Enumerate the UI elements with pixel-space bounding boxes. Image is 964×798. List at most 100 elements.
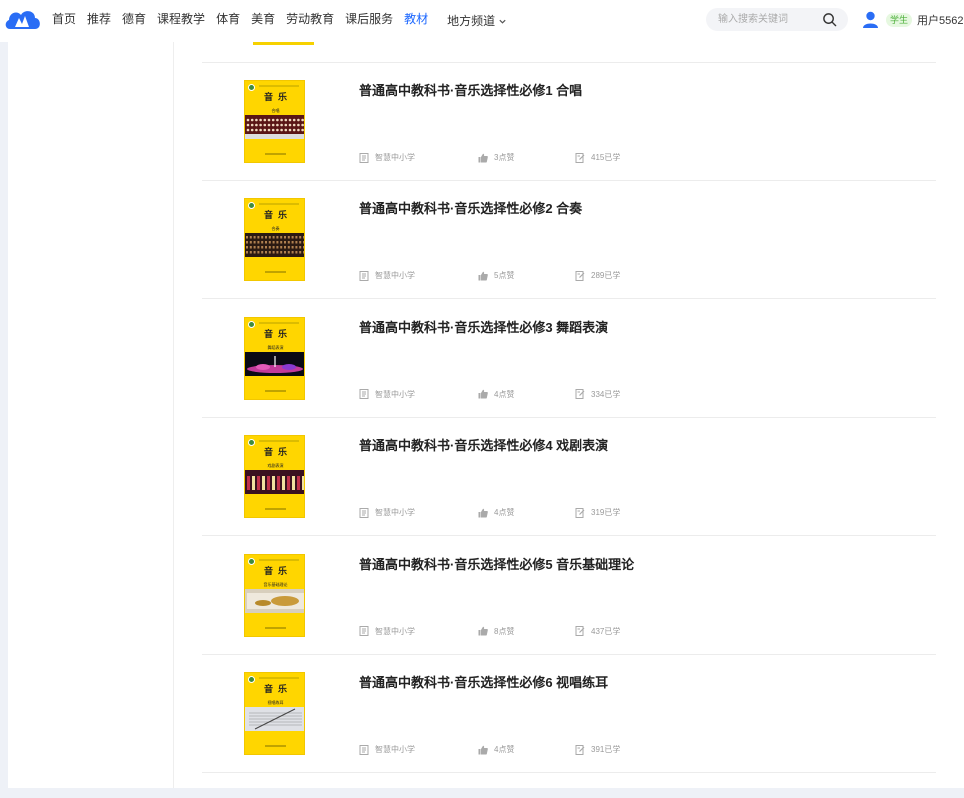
learners-count: 334已学 — [591, 389, 621, 399]
nav-item-0[interactable]: 首页 — [52, 0, 76, 42]
textbook-item[interactable]: 音乐 舞蹈表演 普通高中教科书·音乐选择性必修3 舞蹈表演智慧中小学 4点赞 334已学 — [202, 300, 936, 418]
book-title[interactable]: 普通高中教科书·音乐选择性必修1 合唱 — [359, 80, 582, 99]
publisher: 智慧中小学 — [359, 744, 415, 755]
publisher-label: 智慧中小学 — [375, 626, 415, 636]
previous-book-cover[interactable] — [253, 42, 314, 45]
main-nav: 首页 推荐 德育 课程教学 体育 美育 劳动教育 课后服务 教材 地方频道 — [52, 0, 518, 42]
cover-title: 音乐 — [263, 211, 292, 222]
username[interactable]: 用户5562 — [917, 12, 963, 28]
nav-item-2[interactable]: 德育 — [122, 0, 146, 42]
learners-count: 391已学 — [591, 745, 621, 754]
learners: 334已学 — [575, 389, 620, 400]
publisher-label: 智慧中小学 — [375, 271, 415, 281]
textbook-item[interactable]: 音乐合奏 普通高中教科书·音乐选择性必修2 合奏智慧中小学 5点赞 289已学 — [202, 181, 936, 300]
book-title[interactable]: 普通高中教科书·音乐选择性必修5 音乐基础理论 — [359, 554, 634, 573]
learners: 319已学 — [575, 507, 620, 518]
book-title[interactable]: 普通高中教科书·音乐选择性必修3 舞蹈表演 — [359, 317, 608, 336]
cover-footer-line — [265, 626, 286, 629]
learned-icon — [575, 270, 585, 281]
thumbs-up-icon — [478, 271, 488, 281]
cover-photo — [245, 351, 304, 376]
search-icon[interactable] — [822, 12, 837, 27]
content-panel: 音乐 合唱 普通高中教科书·音乐选择性必修1 合唱 智慧中小学 3点赞 415已学 音乐 合奏… — [8, 42, 964, 788]
logo-icon[interactable] — [4, 7, 42, 33]
cover-header-line — [259, 321, 299, 324]
regional-channel-dropdown[interactable]: 地方频道 — [447, 0, 507, 42]
user-menu[interactable]: 学生 用户5562 — [862, 10, 964, 30]
likes[interactable]: 8点赞 — [478, 626, 514, 637]
learned-icon — [575, 507, 585, 518]
book-title[interactable]: 普通高中教科书·音乐选择性必修2 合奏 — [359, 198, 582, 217]
book-cover[interactable]: 音乐 合奏 — [244, 198, 305, 282]
book-cover[interactable]: 音乐 合唱 — [244, 80, 305, 163]
learners-count: 289已学 — [591, 271, 621, 281]
nav-item-6[interactable]: 劳动教育 — [286, 0, 334, 42]
likes-count: 5点赞 — [494, 271, 515, 281]
cover-photo — [245, 707, 304, 731]
search-box — [706, 8, 848, 31]
textbook-item[interactable]: 音乐 音乐基础理论 普通高中教科书·音乐选择性必修5 音乐基础理论 智慧中小学 8点赞 4… — [202, 537, 936, 655]
cover-footer-line — [265, 745, 286, 747]
avatar-icon[interactable] — [862, 11, 879, 29]
thumbs-up-icon — [478, 626, 488, 636]
likes[interactable]: 5点赞 — [478, 270, 514, 281]
chevron-down-icon — [499, 19, 506, 24]
cover-title: 音乐 — [263, 329, 292, 340]
nav-item-4[interactable]: 体育 — [216, 0, 240, 42]
search-input[interactable] — [718, 8, 818, 31]
publisher: 智慧中小学 — [359, 152, 415, 163]
cover-volume: 合唱 — [271, 108, 280, 113]
publisher-icon — [359, 626, 369, 637]
cover-photo — [245, 470, 304, 495]
nav-item-3[interactable]: 课程教学 — [157, 0, 205, 42]
cover-photo — [245, 588, 304, 613]
publisher: 智慧中小学 — [359, 270, 415, 281]
cover-volume: 合奏 — [271, 226, 280, 232]
likes[interactable]: 4点赞 — [478, 389, 514, 400]
nav-item-5[interactable]: 美育 — [251, 0, 275, 42]
likes-count: 4点赞 — [494, 745, 515, 754]
book-cover[interactable]: 音乐 舞蹈表演 — [244, 316, 305, 400]
learners-count: 319已学 — [591, 508, 621, 518]
publisher: 智慧中小学 — [359, 626, 415, 637]
likes-count: 8点赞 — [494, 626, 515, 636]
book-title[interactable]: 普通高中教科书·音乐选择性必修4 戏剧表演 — [359, 435, 608, 454]
learners: 391已学 — [575, 744, 620, 755]
sidebar-divider — [173, 42, 174, 788]
cover-volume: 戏剧表演 — [267, 463, 284, 469]
publisher-icon — [359, 507, 369, 518]
publisher-label: 智慧中小学 — [375, 508, 415, 518]
cover-header-line — [259, 203, 299, 206]
textbook-item[interactable]: 音乐合唱 普通高中教科书·音乐选择性必修1 合唱智慧中小学 3点赞 415已学 — [202, 63, 936, 181]
likes-count: 4点赞 — [494, 508, 515, 518]
book-title[interactable]: 普通高中教科书·音乐选择性必修6 视唱练耳 — [359, 672, 608, 691]
publisher-icon — [359, 152, 369, 163]
top-header: 首页推荐德育课程教学体育美育劳动教育课后服务教材 地方频道 学生 用户5562 — [0, 0, 964, 42]
book-cover[interactable]: 音乐 视唱练耳 — [244, 672, 305, 755]
cover-photo — [245, 115, 304, 139]
cover-footer-line — [265, 389, 286, 392]
likes[interactable]: 4点赞 — [478, 507, 514, 518]
publisher-label: 智慧中小学 — [375, 389, 415, 399]
textbook-item[interactable]: 音乐 视唱练耳 普通高中教科书·音乐选择性必修6 视唱练耳智慧中小学 4点赞 391已学 — [202, 655, 936, 773]
cover-title: 音乐 — [263, 685, 292, 695]
nav-item-7[interactable]: 课后服务 — [345, 0, 393, 42]
dropdown-label: 地方频道 — [447, 14, 496, 28]
learned-icon — [575, 389, 585, 400]
thumbs-up-icon — [478, 745, 488, 754]
learners: 289已学 — [575, 270, 620, 281]
learners-count: 415已学 — [591, 153, 621, 162]
nav-item-8[interactable]: 教材 — [404, 0, 428, 42]
likes[interactable]: 3点赞 — [478, 152, 514, 163]
cover-header-line — [259, 440, 299, 443]
cover-title: 音乐 — [263, 566, 292, 577]
cover-title: 音乐 — [263, 93, 292, 103]
book-cover[interactable]: 音乐 音乐基础理论 — [244, 553, 305, 637]
likes-count: 4点赞 — [494, 389, 515, 399]
learned-icon — [575, 744, 585, 755]
nav-item-1[interactable]: 推荐 — [87, 0, 111, 42]
cover-header-line — [259, 558, 299, 561]
textbook-item[interactable]: 音乐 戏剧表演 普通高中教科书·音乐选择性必修4 戏剧表演智慧中小学 4点赞 319已学 — [202, 418, 936, 537]
book-cover[interactable]: 音乐 戏剧表演 — [244, 435, 305, 519]
likes[interactable]: 4点赞 — [478, 744, 514, 755]
